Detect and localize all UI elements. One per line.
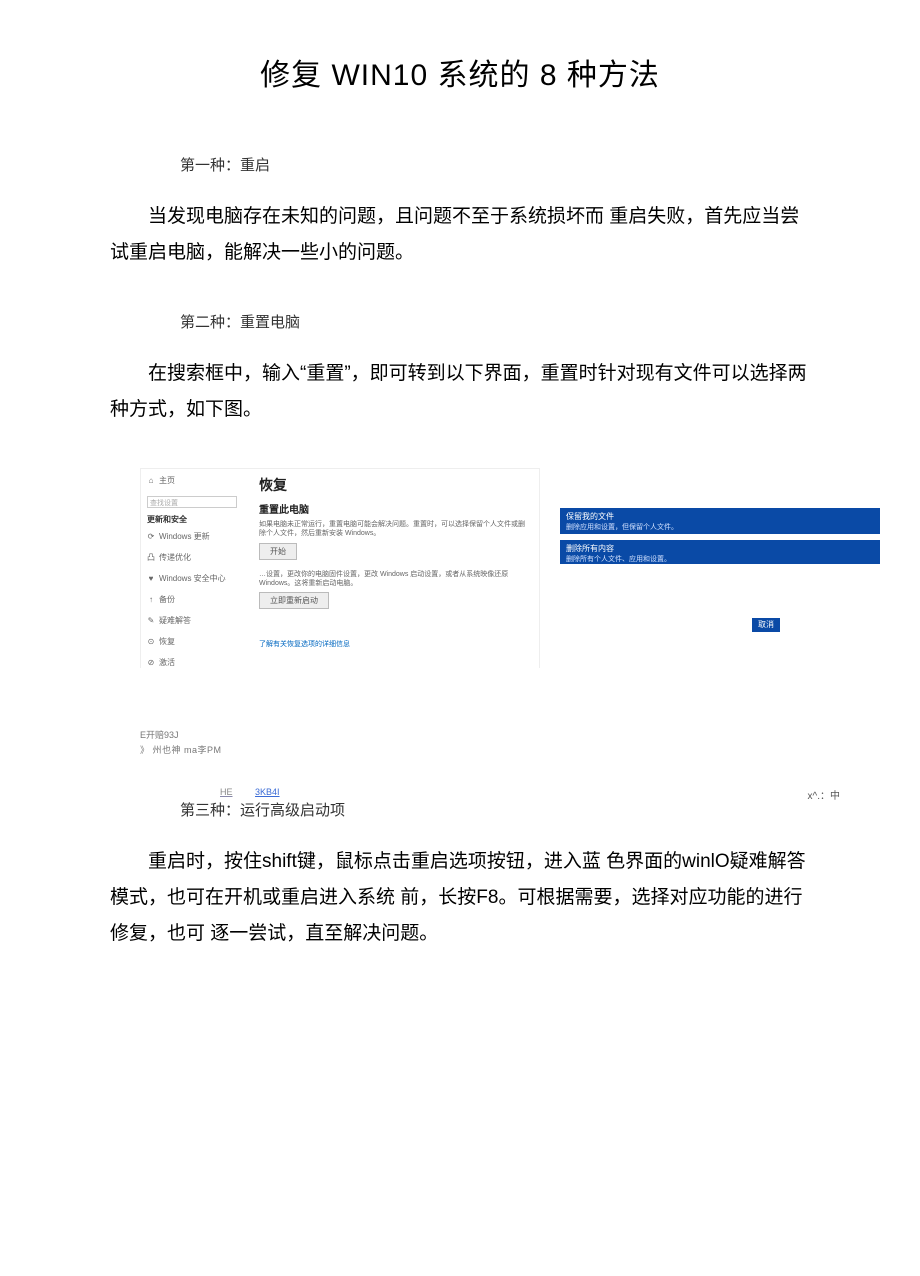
activation-icon: ⊘ bbox=[147, 658, 155, 667]
method3-body: 重启时，按住shift键，鼠标点击重启选项按钮，进入蓝 色界面的winlO疑难解… bbox=[70, 844, 850, 952]
method2-heading: 第二种：重置电脑 bbox=[180, 311, 850, 332]
start-button: 开始 bbox=[259, 543, 297, 560]
settings-window: ⌂主页 查找设置 更新和安全 ⟳Windows 更新 凸传递优化 ♥Window… bbox=[140, 468, 540, 668]
recovery-icon: ⊙ bbox=[147, 637, 155, 646]
settings-main: 恢复 重置此电脑 如果电脑未正常运行，重置电脑可能会解决问题。重置时，可以选择保… bbox=[251, 469, 539, 669]
troubleshoot-icon: ✎ bbox=[147, 616, 155, 625]
sidebar-item: ⊙恢复 bbox=[147, 636, 245, 647]
update-icon: ⟳ bbox=[147, 532, 155, 541]
recovery-title: 恢复 bbox=[259, 475, 531, 495]
option-keep-title: 保留我的文件 bbox=[566, 511, 874, 522]
option-keep-sub: 删除应用和设置，但保留个人文件。 bbox=[566, 522, 874, 532]
scrap-line2: 》 州也神 ma李PM bbox=[140, 743, 850, 757]
sidebar-item: ♥Windows 安全中心 bbox=[147, 573, 245, 584]
advanced-desc: …设置，更改你的电脑固件设置，更改 Windows 启动设置，或者从系统映像还原… bbox=[259, 570, 531, 588]
option-remove-sub: 删除所有个人文件、应用和设置。 bbox=[566, 554, 874, 564]
sidebar-item: ⟳Windows 更新 bbox=[147, 531, 245, 542]
title-post: 种方法 bbox=[558, 59, 660, 92]
small-underlined-row: HE 3KB4I x^.：中 bbox=[220, 787, 850, 797]
settings-screenshot: ⌂主页 查找设置 更新和安全 ⟳Windows 更新 凸传递优化 ♥Window… bbox=[140, 468, 780, 708]
backup-icon: ↑ bbox=[147, 595, 155, 604]
reset-pc-heading: 重置此电脑 bbox=[259, 501, 531, 516]
sidebar-item: ↑备份 bbox=[147, 594, 245, 605]
scrap-line1: E开赔93J bbox=[140, 728, 850, 742]
ocr-scraps: E开赔93J 》 州也神 ma李PM bbox=[140, 728, 850, 757]
delivery-icon: 凸 bbox=[147, 552, 155, 563]
hekb-b: 3KB4I bbox=[255, 787, 280, 797]
hekb-a: HE bbox=[220, 787, 233, 797]
option-remove-title: 删除所有内容 bbox=[566, 543, 874, 554]
sidebar-item: ✎疑难解答 bbox=[147, 615, 245, 626]
option-remove-all: 删除所有内容 删除所有个人文件、应用和设置。 bbox=[560, 540, 880, 564]
sidebar-category: 更新和安全 bbox=[147, 514, 245, 525]
sidebar-search: 查找设置 bbox=[147, 496, 237, 508]
restart-now-button: 立即重新启动 bbox=[259, 592, 329, 609]
sidebar-item: 凸传递优化 bbox=[147, 552, 245, 563]
reset-pc-desc: 如果电脑未正常运行，重置电脑可能会解决问题。重置时，可以选择保留个人文件或删除个… bbox=[259, 520, 531, 538]
shield-icon: ♥ bbox=[147, 574, 155, 583]
title-latin: WIN10 bbox=[331, 59, 428, 92]
title-mid: 系统的 bbox=[428, 59, 540, 92]
hekb-right: x^.：中 bbox=[808, 787, 840, 802]
sidebar-home: ⌂主页 bbox=[147, 475, 245, 486]
option-keep-files: 保留我的文件 删除应用和设置，但保留个人文件。 bbox=[560, 508, 880, 534]
learn-more-link: 了解有关恢复选项的详细信息 bbox=[259, 639, 531, 649]
method1-heading: 第一种：重启 bbox=[180, 154, 850, 175]
sidebar-item: ⊘激活 bbox=[147, 657, 245, 668]
home-icon: ⌂ bbox=[147, 476, 155, 485]
method2-body: 在搜索框中，输入“重置”，即可转到以下界面，重置时针对现有文件可以选择两种方式，… bbox=[70, 356, 850, 428]
method1-body: 当发现电脑存在未知的问题，且问题不至于系统损坏而 重启失败，首先应当尝试重启电脑… bbox=[70, 199, 850, 271]
page-title: 修复 WIN10 系统的 8 种方法 bbox=[70, 50, 850, 94]
settings-sidebar: ⌂主页 查找设置 更新和安全 ⟳Windows 更新 凸传递优化 ♥Window… bbox=[141, 469, 251, 669]
title-pre: 修复 bbox=[260, 59, 331, 92]
title-num: 8 bbox=[540, 59, 558, 92]
method3-heading: 第三种：运行高级启动项 bbox=[180, 799, 850, 820]
cancel-button: 取消 bbox=[752, 618, 780, 632]
